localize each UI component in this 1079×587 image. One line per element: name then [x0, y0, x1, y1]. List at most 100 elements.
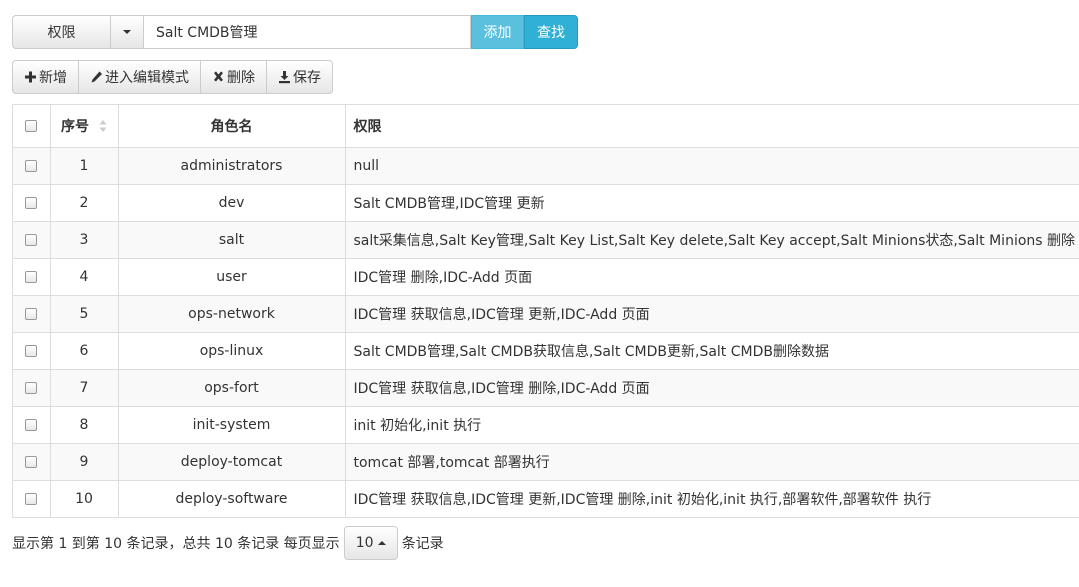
table-row[interactable]: 7 ops-fort IDC管理 获取信息,IDC管理 删除,IDC-Add 页面 [13, 369, 1079, 407]
sort-icon [99, 119, 107, 132]
row-checkbox[interactable] [25, 270, 38, 283]
row-number: 6 [50, 332, 119, 370]
table-row[interactable]: 1 administrators null [13, 147, 1079, 185]
row-permissions[interactable]: IDC管理 获取信息,IDC管理 删除,IDC-Add 页面 [345, 369, 1079, 407]
row-select-cell [13, 295, 51, 333]
table-row[interactable]: 4 user IDC管理 删除,IDC-Add 页面 [13, 258, 1079, 296]
search-field-label: 权限 [47, 25, 76, 41]
table-row[interactable]: 9 deploy-tomcat tomcat 部署,tomcat 部署执行 [13, 443, 1079, 481]
row-role-name[interactable]: user [118, 258, 346, 296]
download-icon [278, 70, 291, 84]
row-permissions[interactable]: Salt CMDB管理,Salt CMDB获取信息,Salt CMDB更新,Sa… [345, 332, 1079, 370]
row-checkbox[interactable] [25, 381, 38, 394]
row-number: 10 [50, 480, 119, 518]
column-header-role-label: 角色名 [210, 118, 253, 135]
row-checkbox[interactable] [25, 418, 38, 431]
new-button-label: 新增 [39, 70, 67, 86]
table-row[interactable]: 3 salt salt采集信息,Salt Key管理,Salt Key List,S… [13, 221, 1079, 259]
row-select-cell [13, 480, 51, 518]
row-role-name[interactable]: init-system [118, 406, 346, 444]
row-role-name[interactable]: dev [118, 184, 346, 222]
table-row[interactable]: 5 ops-network IDC管理 获取信息,IDC管理 更新,IDC-Add … [13, 295, 1079, 333]
remove-icon [212, 70, 225, 84]
row-number: 7 [50, 369, 119, 407]
row-number: 9 [50, 443, 119, 481]
page-size-value: 10 [355, 535, 374, 551]
row-number: 2 [50, 184, 119, 222]
row-select-cell [13, 184, 51, 222]
search-bar: 权限 添加 查找 [12, 15, 578, 49]
select-all-cell [13, 105, 51, 148]
edit-mode-button[interactable]: 进入编辑模式 [78, 60, 201, 94]
caret-down-icon [123, 30, 131, 34]
row-checkbox[interactable] [25, 344, 38, 357]
select-all-checkbox[interactable] [25, 119, 38, 132]
row-number: 1 [50, 147, 119, 185]
row-role-name[interactable]: deploy-tomcat [118, 443, 346, 481]
table-header-row: 序号 角色名 权限 [13, 105, 1079, 148]
column-header-no-label: 序号 [61, 118, 89, 135]
row-checkbox[interactable] [25, 307, 38, 320]
row-role-name[interactable]: ops-network [118, 295, 346, 333]
search-field-dropdown-toggle[interactable] [111, 15, 144, 49]
table-row[interactable]: 6 ops-linux Salt CMDB管理,Salt CMDB获取信息,Salt… [13, 332, 1079, 370]
table-row[interactable]: 8 init-system init 初始化,init 执行 [13, 406, 1079, 444]
row-role-name[interactable]: ops-fort [118, 369, 346, 407]
row-permissions[interactable]: tomcat 部署,tomcat 部署执行 [345, 443, 1079, 481]
row-number: 5 [50, 295, 119, 333]
row-select-cell [13, 443, 51, 481]
row-role-name[interactable]: ops-linux [118, 332, 346, 370]
row-select-cell [13, 258, 51, 296]
edit-mode-button-label: 进入编辑模式 [105, 70, 189, 86]
save-button[interactable]: 保存 [266, 60, 333, 94]
toolbar: 新增 进入编辑模式 删除 保存 [12, 60, 333, 94]
add-button[interactable]: 添加 [471, 15, 524, 49]
column-header-permission-label: 权限 [353, 118, 382, 135]
pagination: 显示第 1 到第 10 条记录，总共 10 条记录 每页显示 10 条记录 [12, 526, 444, 560]
row-permissions[interactable]: salt采集信息,Salt Key管理,Salt Key List,Salt K… [345, 221, 1079, 259]
caret-up-icon [377, 541, 386, 545]
pagination-suffix: 条记录 [401, 536, 444, 552]
plus-icon [24, 70, 37, 84]
table-row[interactable]: 2 dev Salt CMDB管理,IDC管理 更新 [13, 184, 1079, 222]
row-role-name[interactable]: administrators [118, 147, 346, 185]
row-select-cell [13, 369, 51, 407]
table-row[interactable]: 10 deploy-software IDC管理 获取信息,IDC管理 更新,IDC… [13, 480, 1079, 518]
row-select-cell [13, 221, 51, 259]
row-select-cell [13, 332, 51, 370]
row-permissions[interactable]: IDC管理 获取信息,IDC管理 更新,IDC管理 删除,init 初始化,in… [345, 480, 1079, 518]
row-permissions[interactable]: null [345, 147, 1079, 185]
roles-table: 序号 角色名 权限 1 administrators null 2 dev Salt CM… [12, 104, 1079, 518]
find-button-label: 查找 [537, 25, 565, 41]
save-button-label: 保存 [293, 70, 321, 86]
find-button[interactable]: 查找 [524, 15, 578, 49]
row-select-cell [13, 406, 51, 444]
row-checkbox[interactable] [25, 196, 38, 209]
delete-button-label: 删除 [227, 70, 255, 86]
column-header-permission: 权限 [345, 105, 1079, 148]
row-permissions[interactable]: init 初始化,init 执行 [345, 406, 1079, 444]
row-checkbox[interactable] [25, 492, 38, 505]
row-checkbox[interactable] [25, 233, 38, 246]
row-number: 8 [50, 406, 119, 444]
new-button[interactable]: 新增 [12, 60, 79, 94]
row-permissions[interactable]: IDC管理 删除,IDC-Add 页面 [345, 258, 1079, 296]
row-permissions[interactable]: IDC管理 获取信息,IDC管理 更新,IDC-Add 页面 [345, 295, 1079, 333]
column-header-no[interactable]: 序号 [50, 105, 119, 148]
pencil-icon [90, 70, 103, 84]
pagination-summary: 显示第 1 到第 10 条记录，总共 10 条记录 每页显示 [12, 536, 340, 552]
search-input[interactable] [144, 15, 471, 49]
add-button-label: 添加 [483, 25, 512, 41]
row-permissions[interactable]: Salt CMDB管理,IDC管理 更新 [345, 184, 1079, 222]
row-select-cell [13, 147, 51, 185]
row-number: 4 [50, 258, 119, 296]
row-checkbox[interactable] [25, 159, 38, 172]
page-size-dropdown[interactable]: 10 [343, 526, 398, 560]
row-number: 3 [50, 221, 119, 259]
row-checkbox[interactable] [25, 455, 38, 468]
search-field-dropdown[interactable]: 权限 [12, 15, 111, 49]
delete-button[interactable]: 删除 [200, 60, 267, 94]
row-role-name[interactable]: deploy-software [118, 480, 346, 518]
column-header-role: 角色名 [118, 105, 346, 148]
row-role-name[interactable]: salt [118, 221, 346, 259]
